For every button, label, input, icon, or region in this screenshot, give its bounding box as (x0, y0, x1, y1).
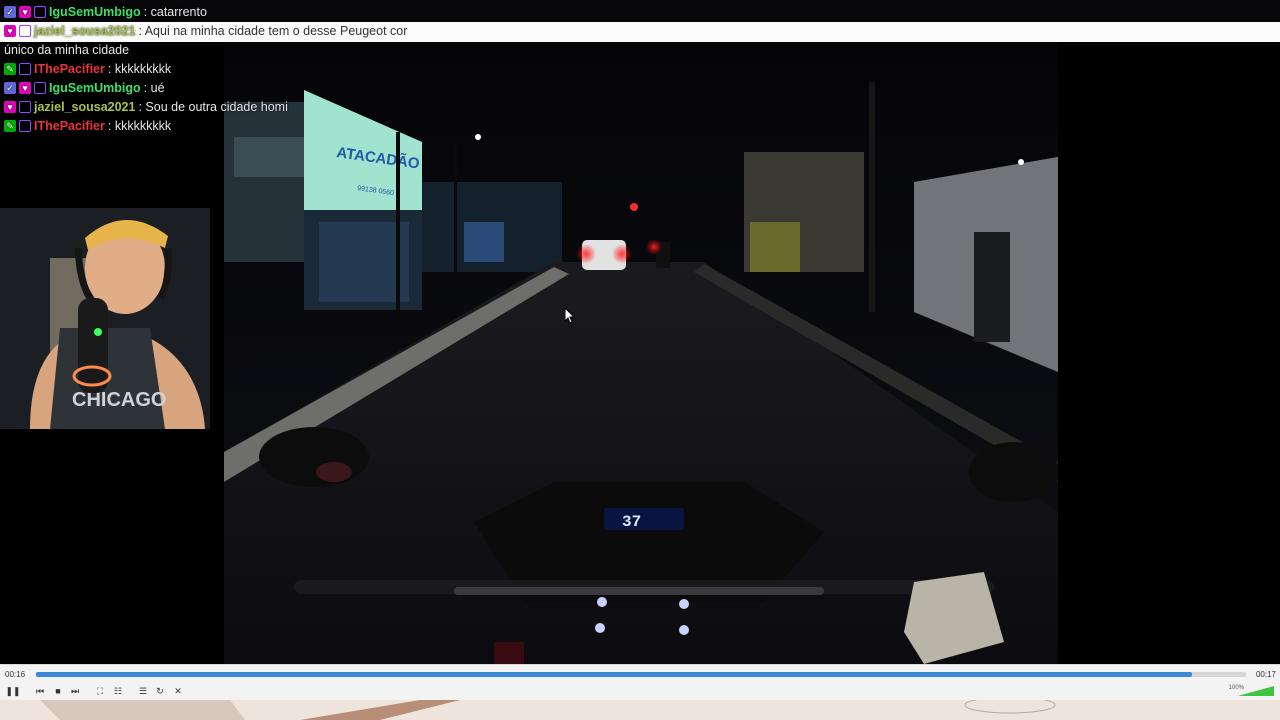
chat-message: ✎ IThePacifier : kkkkkkkkk (4, 117, 171, 135)
prime-badge-icon (19, 120, 31, 132)
chat-username[interactable]: jaziel_sousa2021 (34, 24, 135, 38)
vip-badge-icon: ♥ (4, 25, 16, 37)
chat-text: : Aqui na minha cidade tem o desse Peuge… (138, 24, 408, 38)
moderator-badge-icon: ✎ (4, 63, 16, 75)
streamer-illustration: CHICAGO (0, 208, 210, 429)
next-icon: ⏭ (70, 685, 80, 696)
prime-badge-icon (19, 25, 31, 37)
shuffle-button[interactable]: ✕ (171, 684, 185, 698)
chat-username[interactable]: IguSemUmbigo (49, 81, 141, 95)
player-controls: 00:16 00:17 ❚❚ ⏮ ■ ⏭ ⛶ ☷ ☰ ↻ ✕ 100% (0, 664, 1280, 701)
equalizer-button[interactable]: ☷ (111, 684, 125, 698)
chat-message: ✓ ♥ IguSemUmbigo : ué (4, 79, 165, 97)
prime-badge-icon (34, 6, 46, 18)
time-total: 00:17 (1255, 670, 1276, 679)
previous-icon: ⏮ (35, 685, 45, 696)
chat-message: ✎ IThePacifier : kkkkkkkkk (4, 60, 171, 78)
time-elapsed: 00:16 (5, 670, 26, 679)
pause-icon: ❚❚ (5, 685, 21, 696)
webcam-overlay: CHICAGO (0, 208, 210, 429)
chat-text: : ué (143, 81, 165, 95)
equalizer-icon: ☷ (113, 685, 123, 696)
chat-text: : catarrento (143, 5, 207, 19)
shuffle-icon: ✕ (174, 685, 182, 696)
loop-button[interactable]: ↻ (153, 684, 167, 698)
chat-message: ♥ jaziel_sousa2021 : Aqui na minha cidad… (4, 22, 407, 40)
chat-text: : Sou de outra cidade homi (138, 100, 288, 114)
chat-username[interactable]: IThePacifier (34, 119, 105, 133)
chat-username[interactable]: jaziel_sousa2021 (34, 100, 135, 114)
verified-badge-icon: ✓ (4, 82, 16, 94)
chat-text: : kkkkkkkkk (107, 119, 172, 133)
previous-button[interactable]: ⏮ (33, 684, 47, 698)
chat-message-continuation: único da minha cidade (4, 41, 129, 59)
fullscreen-button[interactable]: ⛶ (93, 684, 107, 698)
pause-button[interactable]: ❚❚ (5, 684, 21, 698)
stop-icon: ■ (55, 686, 61, 696)
seek-bar-progress (36, 672, 1192, 677)
chat-message: ✓ ♥ IguSemUmbigo : catarrento (4, 3, 207, 21)
stop-button[interactable]: ■ (51, 684, 65, 698)
volume-slider[interactable] (1238, 686, 1274, 696)
chat-username[interactable]: IguSemUmbigo (49, 5, 141, 19)
prime-badge-icon (34, 82, 46, 94)
chat-message: ♥ jaziel_sousa2021 : Sou de outra cidade… (4, 98, 288, 116)
playlist-button[interactable]: ☰ (136, 684, 150, 698)
chat-text: único da minha cidade (4, 43, 130, 57)
fullscreen-icon: ⛶ (96, 685, 104, 696)
moderator-badge-icon: ✎ (4, 120, 16, 132)
speedometer-readout: 37 (622, 513, 641, 531)
chat-text: : kkkkkkkkk (107, 62, 172, 76)
seek-bar[interactable] (36, 672, 1246, 677)
mouse-cursor-icon (565, 308, 575, 324)
bottom-strip (0, 700, 1280, 720)
prime-badge-icon (19, 63, 31, 75)
chat-username[interactable]: IThePacifier (34, 62, 105, 76)
video-scene[interactable]: ATACADÃO 99138 0560 37 (224, 42, 1058, 664)
prime-badge-icon (19, 101, 31, 113)
playlist-icon: ☰ (138, 685, 148, 696)
vip-badge-icon: ♥ (19, 82, 31, 94)
vip-badge-icon: ♥ (19, 6, 31, 18)
verified-badge-icon: ✓ (4, 6, 16, 18)
vip-badge-icon: ♥ (4, 101, 16, 113)
street-scene-illustration: ATACADÃO 99138 0560 37 (224, 42, 1058, 664)
taskbar-background (0, 700, 1280, 720)
next-button[interactable]: ⏭ (68, 684, 82, 698)
loop-icon: ↻ (156, 685, 164, 696)
